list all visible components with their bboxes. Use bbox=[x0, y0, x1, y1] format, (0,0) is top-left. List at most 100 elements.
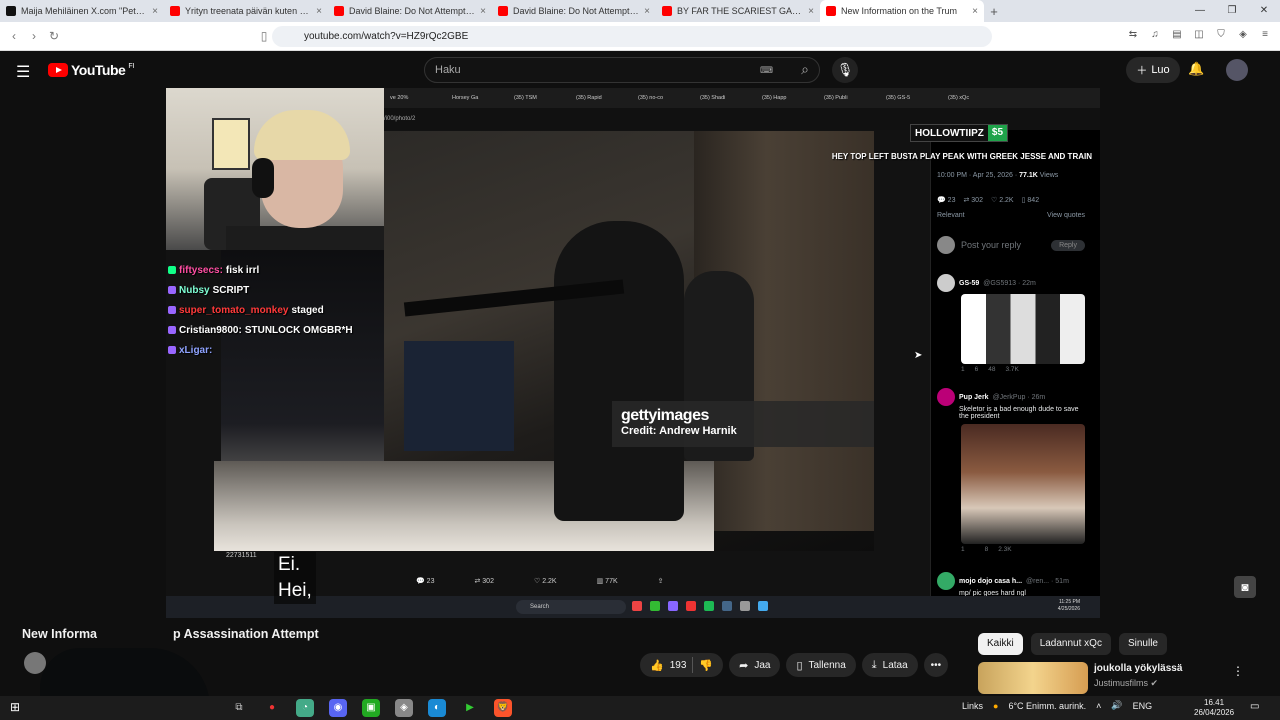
search-icon[interactable]: ⌕ bbox=[801, 61, 809, 78]
download-button[interactable]: ⤓ Lataa bbox=[861, 653, 918, 677]
video-player[interactable]: ve 20% Horsey Ga (35) TSM (35) Rapid (35… bbox=[166, 88, 1100, 618]
menu-icon[interactable]: ≡ bbox=[1258, 28, 1272, 42]
more-actions-button[interactable]: ••• bbox=[923, 653, 949, 677]
discord-icon[interactable]: ◉ bbox=[329, 699, 347, 717]
retweet-count[interactable]: ⇄ 302 bbox=[474, 577, 494, 585]
url-field[interactable]: youtube.com/watch?v=HZ9rQc2GBE bbox=[272, 26, 992, 47]
account-avatar[interactable] bbox=[1226, 59, 1248, 81]
reply-count[interactable]: 💬 23 bbox=[416, 577, 434, 585]
vpn-icon[interactable]: ◈ bbox=[1236, 28, 1250, 42]
share-icon[interactable]: ⇪ bbox=[658, 577, 664, 585]
record-icon[interactable]: ● bbox=[263, 699, 281, 717]
chrome-icon[interactable]: ◔ bbox=[296, 699, 314, 717]
streamer-hair bbox=[254, 110, 350, 160]
translate-icon[interactable]: ⇆ bbox=[1126, 28, 1140, 42]
hamburger-menu-icon[interactable]: ☰ bbox=[16, 62, 30, 82]
retweet-count[interactable]: ⇄ 302 bbox=[963, 196, 983, 204]
reply-count[interactable]: 💬 23 bbox=[937, 196, 955, 204]
bookmark-count[interactable]: ▯ 842 bbox=[1022, 196, 1039, 204]
reply-button[interactable]: Reply bbox=[1051, 239, 1085, 251]
create-button[interactable]: ＋ Luo bbox=[1126, 57, 1180, 83]
chip-for-you[interactable]: Sinulle bbox=[1118, 633, 1167, 655]
relevant-sort[interactable]: Relevant bbox=[937, 212, 965, 219]
notifications-bell-icon[interactable]: 🔔 bbox=[1188, 61, 1204, 77]
close-window-icon[interactable]: ✕ bbox=[1248, 0, 1280, 22]
tweet-image[interactable] bbox=[961, 294, 1085, 364]
media-icon[interactable]: ♫ bbox=[1148, 28, 1162, 42]
tweet-timestamp: 10:00 PM · Apr 25, 2026 · 77.1K Views bbox=[937, 172, 1059, 179]
chevron-up-icon[interactable]: ˄ bbox=[1096, 701, 1101, 711]
miniplayer-icon[interactable]: ◙ bbox=[1234, 576, 1256, 598]
views-count[interactable]: ▥ 77K bbox=[597, 577, 618, 585]
tweet-stats: 💬 23 ⇄ 302 ♡ 2.2K ▯ 842 bbox=[937, 196, 1039, 204]
keyboard-icon[interactable]: ⌨ bbox=[760, 65, 773, 76]
bookmark-icon[interactable]: ▯ bbox=[254, 29, 274, 43]
forward-icon[interactable]: › bbox=[24, 29, 44, 43]
shield-app-icon[interactable]: ◈ bbox=[395, 699, 413, 717]
chip-all[interactable]: Kaikki bbox=[978, 633, 1023, 655]
reload-icon[interactable]: ↻ bbox=[44, 29, 64, 43]
brave-icon[interactable]: 🦁 bbox=[494, 699, 512, 717]
reply-composer[interactable]: Post your reply Reply bbox=[937, 234, 1085, 256]
recommendation-chips: Kaikki Ladannut xQc Sinulle bbox=[978, 633, 1167, 655]
search-input[interactable]: Haku ⌨ ⌕ bbox=[424, 57, 820, 83]
recommended-title[interactable]: joukolla yökylässä bbox=[1094, 663, 1182, 674]
channel-avatar[interactable] bbox=[24, 652, 46, 674]
browser-tab[interactable]: Yrityn treenata päivän kuten Khabs -× bbox=[164, 1, 328, 21]
youtube-favicon-icon bbox=[334, 6, 344, 16]
taskbar-search: Search bbox=[516, 600, 626, 614]
app-icon bbox=[668, 601, 678, 611]
microphone-icon[interactable]: 🎙 bbox=[832, 57, 858, 83]
tweet-image[interactable] bbox=[961, 424, 1085, 544]
browser-tab[interactable]: David Blaine: Do Not Attempt MEGA× bbox=[492, 1, 656, 21]
view-quotes-link[interactable]: View quotes bbox=[1047, 212, 1085, 219]
chat-badge-icon bbox=[168, 326, 176, 334]
new-tab-button[interactable]: + bbox=[984, 4, 1004, 19]
volume-icon[interactable]: 🔊 bbox=[1111, 700, 1122, 711]
chat-message: Cristian9800: STUNLOCK OMGBR*H bbox=[168, 320, 382, 340]
like-count[interactable]: ♡ 2.2K bbox=[534, 577, 557, 585]
shield-icon[interactable]: ⛉ bbox=[1214, 28, 1228, 42]
plus-icon: ＋ bbox=[1136, 65, 1148, 77]
system-clock[interactable]: 16.41 26/04/2026 bbox=[1194, 698, 1234, 718]
language-indicator[interactable]: ENG bbox=[1133, 701, 1153, 711]
recommended-thumbnail[interactable] bbox=[978, 662, 1088, 694]
news-photo bbox=[214, 131, 874, 551]
chip-uploaded-by[interactable]: Ladannut xQc bbox=[1030, 633, 1111, 655]
back-icon[interactable]: ‹ bbox=[4, 29, 24, 43]
share-button[interactable]: ➦ Jaa bbox=[729, 653, 781, 677]
minimize-icon[interactable]: — bbox=[1184, 0, 1216, 22]
sidebar-icon[interactable]: ▤ bbox=[1170, 28, 1184, 42]
links-toolbar[interactable]: Links bbox=[962, 701, 983, 711]
close-tab-icon[interactable]: × bbox=[644, 6, 650, 17]
like-button[interactable]: 👍 193 👎 bbox=[640, 653, 724, 677]
close-tab-icon[interactable]: × bbox=[972, 6, 978, 17]
youtube-logo[interactable]: YouTube FI bbox=[48, 62, 135, 78]
browser-tab[interactable]: BY FAR THE SCARIEST GAME OF THE× bbox=[656, 1, 820, 21]
close-tab-icon[interactable]: × bbox=[152, 6, 158, 17]
tweet-reply[interactable]: mojo dojo casa h... @ren... · 51m mp/ pic… bbox=[937, 572, 1087, 597]
notifications-icon[interactable]: ▭ bbox=[1250, 701, 1259, 712]
like-count[interactable]: ♡ 2.2K bbox=[991, 196, 1014, 204]
avatar bbox=[937, 388, 955, 406]
play-app-icon[interactable]: ▶ bbox=[461, 699, 479, 717]
maximize-icon[interactable]: ❐ bbox=[1216, 0, 1248, 22]
more-options-icon[interactable]: ⋮ bbox=[1232, 664, 1244, 678]
browser-tab-active[interactable]: New Information on the Trum × bbox=[820, 0, 984, 22]
browser-tab[interactable]: David Blaine: Do Not Attempt MEGA× bbox=[328, 1, 492, 21]
wallet-icon[interactable]: ◫ bbox=[1192, 28, 1206, 42]
app-icon[interactable]: ▣ bbox=[362, 699, 380, 717]
close-tab-icon[interactable]: × bbox=[808, 6, 814, 17]
close-tab-icon[interactable]: × bbox=[316, 6, 322, 17]
close-tab-icon[interactable]: × bbox=[480, 6, 486, 17]
edge-icon[interactable]: ◐ bbox=[428, 699, 446, 717]
tweet-reply[interactable]: Pup Jerk @JerkPup · 26m Skeletor is a bad… bbox=[937, 388, 1087, 553]
tweet-reply[interactable]: GS-59 @GS5913 · 22m 1 6 48 3.7K bbox=[937, 274, 1087, 373]
save-button[interactable]: ▯ Tallenna bbox=[786, 653, 856, 677]
weather-widget[interactable]: 6°C Enimm. aurink. bbox=[1008, 701, 1086, 711]
browser-tab[interactable]: Maija Mehiläinen X.com "Petra Nyqvi× bbox=[0, 1, 164, 21]
thumbs-down-icon[interactable]: 👎 bbox=[699, 659, 713, 672]
task-view-icon[interactable]: ⧉ bbox=[230, 699, 248, 717]
windows-start-icon[interactable]: ⊞ bbox=[10, 700, 20, 714]
youtube-favicon-icon bbox=[662, 6, 672, 16]
